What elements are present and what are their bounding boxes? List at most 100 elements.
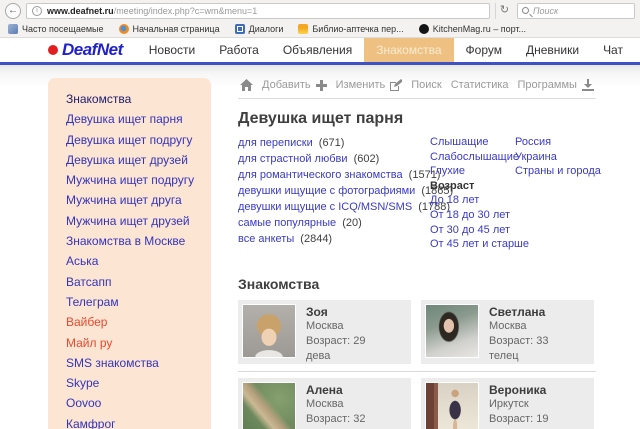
bookmark-kitchenmag[interactable]: KitchenMag.ru – порт... xyxy=(419,24,526,34)
programs-button[interactable]: Программы xyxy=(518,79,594,91)
browser-chrome: ← i www.deafnet.ru/meeting/index.php?c=w… xyxy=(0,0,640,38)
browser-search-input[interactable] xyxy=(533,6,623,16)
category-link[interactable]: девушки ищущие с ICQ/MSN/SMS xyxy=(238,201,412,213)
filter-slaboslyshashchie[interactable]: Слабослышащие xyxy=(430,150,515,165)
deafnet-logo[interactable]: DeafNet xyxy=(48,38,123,62)
cards-divider xyxy=(238,371,596,372)
add-button[interactable]: Добавить xyxy=(262,79,327,91)
back-button[interactable]: ← xyxy=(5,3,21,19)
sidebar-item-devushka-ishchet-parnya[interactable]: Девушка ищет парня xyxy=(66,109,211,129)
profile-sign: дева xyxy=(306,349,366,364)
region-column: Россия Украина Страны и города xyxy=(515,135,601,252)
sidebar-item-oovoo[interactable]: Oovoo xyxy=(66,393,211,413)
filter-strany-i-goroda[interactable]: Страны и города xyxy=(515,164,601,179)
filter-rossiya[interactable]: Россия xyxy=(515,135,601,150)
category-link[interactable]: все анкеты xyxy=(238,233,294,245)
profile-info: Вероника Иркутск Возраст: 19 Девушка ище… xyxy=(489,382,590,429)
sidebar-item-vatsapp[interactable]: Ватсапп xyxy=(66,272,211,292)
category-link[interactable]: для переписки xyxy=(238,137,313,149)
bookmark-frequent[interactable]: Часто посещаемые xyxy=(8,24,104,34)
sidebar-item-muzhchina-ishchet-podrugu[interactable]: Мужчина ищет подругу xyxy=(66,170,211,190)
browser-search-box[interactable] xyxy=(517,3,635,19)
home-button[interactable] xyxy=(240,79,253,91)
profile-city: Москва xyxy=(306,319,366,334)
nav-novosti[interactable]: Новости xyxy=(137,38,207,62)
category-link[interactable]: для страстной любви xyxy=(238,153,348,165)
sidebar-item-znakomstva-v-moskve[interactable]: Знакомства в Москве xyxy=(66,231,211,251)
profile-photo xyxy=(425,382,479,429)
nav-rabota[interactable]: Работа xyxy=(207,38,271,62)
profile-info: Алена Москва Возраст: 32 Девушка ищет па… xyxy=(306,382,407,429)
sidebar: Знакомства Девушка ищет парня Девушка ищ… xyxy=(48,78,211,429)
reload-button[interactable]: ↻ xyxy=(495,3,513,19)
info-icon[interactable]: i xyxy=(32,6,42,16)
bookmark-dialogs[interactable]: Диалоги xyxy=(235,24,284,34)
profile-photo xyxy=(425,304,479,358)
sidebar-item-kamfrog[interactable]: Камфрог xyxy=(66,414,211,429)
filter-glukhie[interactable]: Глухие xyxy=(430,164,515,179)
filter-age-18-30[interactable]: От 18 до 30 лет xyxy=(430,208,515,223)
profiles-row-1: Зоя Москва Возраст: 29 дева Светлана Мос… xyxy=(238,300,596,364)
filter-ukraina[interactable]: Украина xyxy=(515,150,601,165)
profiles-row-2: Алена Москва Возраст: 32 Девушка ищет па… xyxy=(238,378,596,429)
profile-age: Возраст: 33 xyxy=(489,334,549,349)
nav-kontakty[interactable]: Контакты xyxy=(635,38,640,62)
category-row: для страстной любви (602) xyxy=(238,151,430,167)
nav-dnevniki[interactable]: Дневники xyxy=(514,38,591,62)
sidebar-item-devushka-ishchet-podrugu[interactable]: Девушка ищет подругу xyxy=(66,130,211,150)
category-row: самые популярные (20) xyxy=(238,215,430,231)
bookmark-label: Начальная страница xyxy=(133,24,220,34)
filter-age-45-plus[interactable]: От 45 лет и старше xyxy=(430,237,515,252)
bookmark-biblio[interactable]: Библио-аптечка пер... xyxy=(298,24,403,34)
filter-age-under-18[interactable]: До 18 лет xyxy=(430,193,515,208)
sidebar-item-muzhchina-ishchet-druzey[interactable]: Мужчина ищет друзей xyxy=(66,211,211,231)
page-title: Девушка ищет парня xyxy=(238,110,596,128)
category-list: для переписки (671) для страстной любви … xyxy=(238,135,430,252)
profile-city: Иркутск xyxy=(489,397,590,412)
profile-card-veronika[interactable]: Вероника Иркутск Возраст: 19 Девушка ище… xyxy=(421,378,594,429)
edit-button[interactable]: Изменить xyxy=(336,79,403,91)
category-link[interactable]: для романтического знакомства xyxy=(238,169,403,181)
profile-info: Светлана Москва Возраст: 33 телец xyxy=(489,304,549,360)
nav-forum[interactable]: Форум xyxy=(454,38,514,62)
sidebar-item-sms-znakomstva[interactable]: SMS знакомства xyxy=(66,353,211,373)
search-icon xyxy=(522,7,529,14)
sidebar-item-muzhchina-ishchet-druga[interactable]: Мужчина ищет друга xyxy=(66,190,211,210)
sidebar-item-aska[interactable]: Аська xyxy=(66,251,211,271)
bookmark-label: KitchenMag.ru – порт... xyxy=(433,24,526,34)
sidebar-item-mail-ru[interactable]: Майл ру xyxy=(66,333,211,353)
biblio-icon xyxy=(298,24,308,34)
category-link[interactable]: девушки ищущие с фотографиями xyxy=(238,185,415,197)
nav-znakomstva[interactable]: Знакомства xyxy=(364,38,453,62)
search-button[interactable]: Поиск xyxy=(411,79,441,91)
url-host: www.deafnet.ru xyxy=(47,6,114,16)
profile-age: Возраст: 29 xyxy=(306,334,366,349)
statistics-label: Статистика xyxy=(451,79,509,91)
category-row: девушки ищущие с фотографиями (1865) xyxy=(238,183,430,199)
profile-photo xyxy=(242,382,296,429)
sidebar-item-devushka-ishchet-druzey[interactable]: Девушка ищет друзей xyxy=(66,150,211,170)
bookmark-home-page[interactable]: Начальная страница xyxy=(119,24,220,34)
add-label: Добавить xyxy=(262,79,311,91)
nav-obyavleniya[interactable]: Объявления xyxy=(271,38,364,62)
category-link[interactable]: самые популярные xyxy=(238,217,336,229)
nav-chat[interactable]: Чат xyxy=(591,38,635,62)
plus-icon xyxy=(316,80,327,91)
statistics-button[interactable]: Статистика xyxy=(451,79,509,91)
sidebar-item-skype[interactable]: Skype xyxy=(66,373,211,393)
address-bar[interactable]: i www.deafnet.ru/meeting/index.php?c=wm&… xyxy=(26,3,490,19)
profile-photo xyxy=(242,304,296,358)
firefox-icon xyxy=(119,24,129,34)
sidebar-item-vaiber[interactable]: Вайбер xyxy=(66,312,211,332)
sidebar-item-znakomstva[interactable]: Знакомства xyxy=(66,89,211,109)
profile-card-alena[interactable]: Алена Москва Возраст: 32 Девушка ищет па… xyxy=(238,378,411,429)
filter-age-30-45[interactable]: От 30 до 45 лет xyxy=(430,223,515,238)
profile-card-svetlana[interactable]: Светлана Москва Возраст: 33 телец xyxy=(421,300,594,364)
category-row: для романтического знакомства (1571) xyxy=(238,167,430,183)
sidebar-item-telegram[interactable]: Телеграм xyxy=(66,292,211,312)
profile-name: Вероника xyxy=(489,383,590,398)
filter-slyshashchie[interactable]: Слышащие xyxy=(430,135,515,150)
page-body: Знакомства Девушка ищет парня Девушка ищ… xyxy=(0,65,640,429)
profile-card-zoya[interactable]: Зоя Москва Возраст: 29 дева xyxy=(238,300,411,364)
age-section-title: Возраст xyxy=(430,179,515,194)
